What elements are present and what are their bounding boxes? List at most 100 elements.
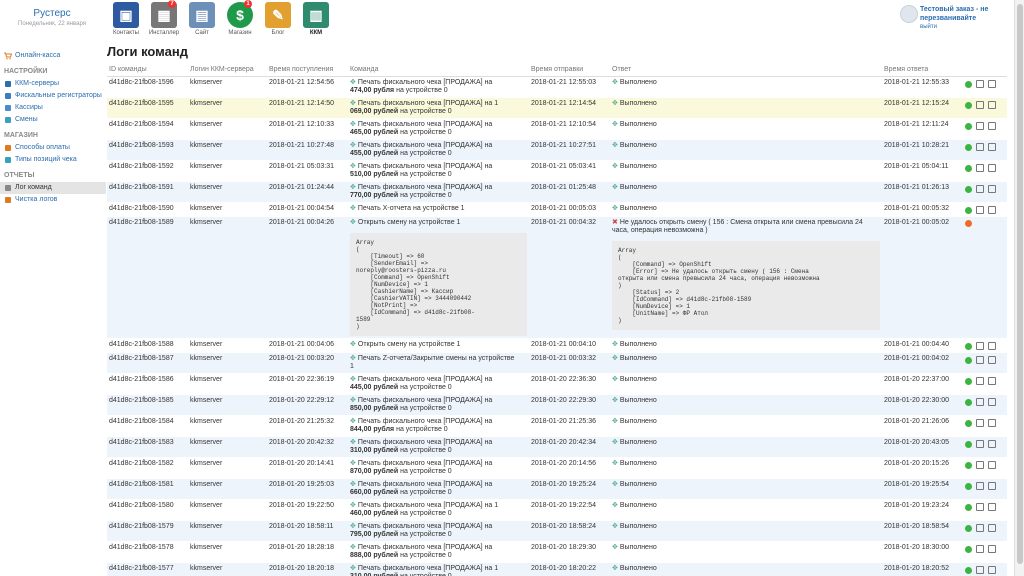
company-name[interactable]: Рустерс	[0, 8, 104, 19]
duplicate-icon[interactable]	[988, 524, 996, 532]
duplicate-icon[interactable]	[988, 342, 996, 350]
duplicate-icon[interactable]	[988, 503, 996, 511]
scrollbar-thumb[interactable]	[1017, 4, 1023, 564]
copy-icon[interactable]	[976, 101, 984, 109]
copy-icon[interactable]	[976, 398, 984, 406]
table-row[interactable]: d41d8c-21fb08-1587 kkmserver 2018-01-21 00…	[107, 352, 1007, 374]
table-row[interactable]: d41d8c-21fb08-1595 kkmserver 2018-01-21 12…	[107, 97, 1007, 119]
copy-icon[interactable]	[976, 80, 984, 88]
table-row[interactable]: d41d8c-21fb08-1579 kkmserver 2018-01-20 18…	[107, 520, 1007, 542]
row-actions-group	[965, 481, 1005, 490]
logout-link[interactable]: выйти	[920, 24, 937, 30]
duplicate-icon[interactable]	[988, 482, 996, 490]
sidebar-item-online-kassa[interactable]: Онлайн-касса	[0, 50, 106, 62]
sidebar-item-cashier[interactable]: Кассиры	[0, 102, 106, 114]
copy-icon[interactable]	[976, 206, 984, 214]
table-row[interactable]: d41d8c-21fb08-1591 kkmserver 2018-01-21 01…	[107, 181, 1007, 203]
table-row[interactable]: d41d8c-21fb08-1592 kkmserver 2018-01-21 05…	[107, 160, 1007, 182]
sent-time: 2018-01-21 00:03:32	[529, 352, 610, 374]
duplicate-icon[interactable]	[988, 566, 996, 574]
column-header[interactable]: Ответ	[610, 64, 882, 77]
table-row[interactable]: d41d8c-21fb08-1585 kkmserver 2018-01-20 22…	[107, 394, 1007, 416]
column-header[interactable]: ID команды	[107, 64, 188, 77]
app-blog[interactable]: ✎ Блог	[262, 2, 294, 36]
sidebar-item-tag[interactable]: Типы позиций чека	[0, 154, 106, 166]
command-cell: ✥ Открыть смену на устройстве 1 Array ( [T…	[348, 216, 529, 339]
duplicate-icon[interactable]	[988, 377, 996, 385]
sidebar-item-broom[interactable]: Чистка логов	[0, 194, 106, 206]
answer-time: 2018-01-20 19:25:54	[882, 478, 963, 500]
duplicate-icon[interactable]	[988, 440, 996, 448]
copy-icon[interactable]	[976, 377, 984, 385]
copy-icon[interactable]	[976, 440, 984, 448]
app-contacts[interactable]: ▣ Контакты	[110, 2, 142, 36]
sidebar-item-server[interactable]: ККМ-серверы	[0, 78, 106, 90]
sidebar-item-register[interactable]: Фискальные регистраторы	[0, 90, 106, 102]
duplicate-icon[interactable]	[988, 398, 996, 406]
received-time: 2018-01-21 00:04:54	[267, 202, 348, 217]
column-header[interactable]: Команда	[348, 64, 529, 77]
column-header[interactable]: Время отправки	[529, 64, 610, 77]
received-time: 2018-01-21 12:10:33	[267, 118, 348, 140]
table-row[interactable]: d41d8c-21fb08-1584 kkmserver 2018-01-20 21…	[107, 415, 1007, 437]
command-cell: ✥ Печать Z-отчета/Закрытие смены на устро…	[348, 352, 529, 374]
duplicate-icon[interactable]	[988, 185, 996, 193]
copy-icon[interactable]	[976, 503, 984, 511]
app-kkm[interactable]: ▥ ККМ	[300, 2, 332, 36]
command-text: Открыть смену на устройстве 1	[357, 341, 461, 348]
command-amount: 465,00 рублей	[350, 129, 399, 136]
duplicate-icon[interactable]	[988, 143, 996, 151]
cart-icon	[4, 52, 12, 60]
table-row[interactable]: d41d8c-21fb08-1596 kkmserver 2018-01-21 12…	[107, 76, 1007, 98]
table-row[interactable]: d41d8c-21fb08-1588 kkmserver 2018-01-21 00…	[107, 338, 1007, 353]
user-name[interactable]: Тестовый заказ - не перезванивайте	[920, 5, 1010, 23]
duplicate-icon[interactable]	[988, 356, 996, 364]
copy-icon[interactable]	[976, 419, 984, 427]
check-icon: ✥	[612, 341, 618, 348]
table-row[interactable]: d41d8c-21fb08-1590 kkmserver 2018-01-21 00…	[107, 202, 1007, 217]
duplicate-icon[interactable]	[988, 164, 996, 172]
copy-icon[interactable]	[976, 122, 984, 130]
copy-icon[interactable]	[976, 524, 984, 532]
column-header[interactable]: Время ответа	[882, 64, 963, 77]
table-row[interactable]: d41d8c-21fb08-1583 kkmserver 2018-01-20 20…	[107, 436, 1007, 458]
duplicate-icon[interactable]	[988, 461, 996, 469]
copy-icon[interactable]	[976, 566, 984, 574]
sent-time: 2018-01-20 21:25:36	[529, 415, 610, 437]
duplicate-icon[interactable]	[988, 419, 996, 427]
sidebar-item-shift[interactable]: Смены	[0, 114, 106, 126]
column-header[interactable]: Время поступления	[267, 64, 348, 77]
avatar[interactable]	[900, 5, 918, 23]
table-row[interactable]: d41d8c-21fb08-1589 kkmserver 2018-01-21 00…	[107, 216, 1007, 339]
app-site[interactable]: ▤ Сайт	[186, 2, 218, 36]
sidebar-item-payment[interactable]: Способы оплаты	[0, 142, 106, 154]
table-row[interactable]: d41d8c-21fb08-1594 kkmserver 2018-01-21 12…	[107, 118, 1007, 140]
app-installer[interactable]: ▦ 7 Инсталлер	[148, 0, 180, 36]
copy-icon[interactable]	[976, 143, 984, 151]
copy-icon[interactable]	[976, 164, 984, 172]
duplicate-icon[interactable]	[988, 101, 996, 109]
command-id: d41d8c-21fb08-1577	[107, 562, 188, 576]
server-login: kkmserver	[188, 202, 267, 217]
copy-icon[interactable]	[976, 356, 984, 364]
table-row[interactable]: d41d8c-21fb08-1586 kkmserver 2018-01-20 22…	[107, 373, 1007, 395]
duplicate-icon[interactable]	[988, 80, 996, 88]
copy-icon[interactable]	[976, 545, 984, 553]
app-store[interactable]: $1 Магазин	[224, 0, 256, 36]
copy-icon[interactable]	[976, 342, 984, 350]
scrollbar[interactable]	[1014, 0, 1024, 576]
duplicate-icon[interactable]	[988, 122, 996, 130]
table-row[interactable]: d41d8c-21fb08-1578 kkmserver 2018-01-20 18…	[107, 541, 1007, 563]
copy-icon[interactable]	[976, 461, 984, 469]
table-row[interactable]: d41d8c-21fb08-1582 kkmserver 2018-01-20 20…	[107, 457, 1007, 479]
sidebar-item-log[interactable]: Лог команд	[0, 182, 106, 194]
table-row[interactable]: d41d8c-21fb08-1593 kkmserver 2018-01-21 10…	[107, 139, 1007, 161]
copy-icon[interactable]	[976, 185, 984, 193]
table-row[interactable]: d41d8c-21fb08-1581 kkmserver 2018-01-20 19…	[107, 478, 1007, 500]
duplicate-icon[interactable]	[988, 545, 996, 553]
copy-icon[interactable]	[976, 482, 984, 490]
column-header[interactable]: Логин ККМ-сервера	[188, 64, 267, 77]
table-row[interactable]: d41d8c-21fb08-1580 kkmserver 2018-01-20 19…	[107, 499, 1007, 521]
duplicate-icon[interactable]	[988, 206, 996, 214]
table-row[interactable]: d41d8c-21fb08-1577 kkmserver 2018-01-20 18…	[107, 562, 1007, 576]
